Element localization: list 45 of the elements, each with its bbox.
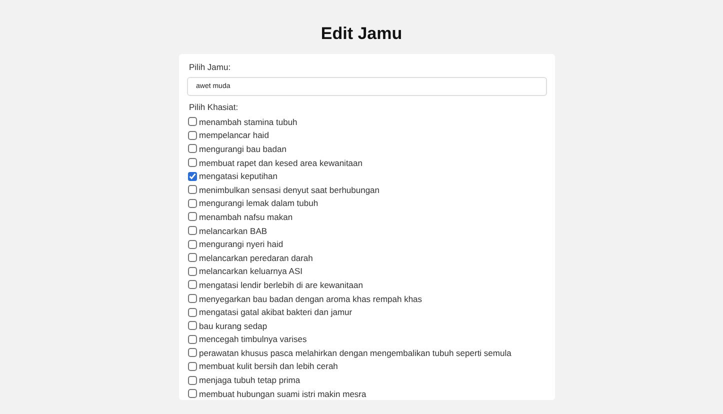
checkbox[interactable] xyxy=(188,117,197,126)
checkbox[interactable] xyxy=(188,334,197,344)
checkbox-label: mengurangi bau badan xyxy=(199,144,286,154)
checkbox[interactable] xyxy=(188,376,197,385)
checkbox-label: mencegah timbulnya varises xyxy=(199,334,307,344)
checkbox-label: menjaga tubuh tetap prima xyxy=(199,375,300,386)
checkbox[interactable] xyxy=(188,144,197,154)
checkbox[interactable] xyxy=(188,212,197,222)
checkbox-label: menambah nafsu makan xyxy=(199,212,293,222)
checkbox-label: melancarkan peredaran darah xyxy=(199,252,313,263)
checkbox-label: membuat rapet dan kesed area kewanitaan xyxy=(199,158,362,168)
checkbox[interactable] xyxy=(188,185,197,194)
checkbox[interactable] xyxy=(188,280,197,290)
page-title: Edit Jamu xyxy=(320,24,402,44)
checkbox-label: melancarkan keluarnya ASI xyxy=(199,266,302,276)
checkbox-label: mengurangi lemak dalam tubuh xyxy=(199,198,318,208)
checkbox[interactable] xyxy=(188,158,197,168)
checkbox-label: melancarkan BAB xyxy=(199,226,268,236)
checkbox-label: mengatasi lendir berlebih di are kewanitaan xyxy=(199,280,363,290)
checkbox[interactable] xyxy=(188,389,197,398)
checkbox-label: mengatasi keputihan xyxy=(199,171,278,182)
field-label: Pilih Khasiat: xyxy=(189,102,238,112)
checkbox[interactable] xyxy=(188,226,197,236)
checkbox-label: mengurangi nyeri haid xyxy=(199,239,284,250)
checkbox-label: menimbulkan sensasi denyut saat berhubungan xyxy=(199,184,380,195)
checkbox[interactable] xyxy=(188,172,197,181)
checkbox-label: perawatan khusus pasca melahirkan dengan mengembalikan tubuh seperti semula xyxy=(199,348,512,358)
checkbox-label: membuat hubungan suami istri makin mesra xyxy=(199,388,366,399)
checkbox[interactable] xyxy=(188,308,197,317)
checkbox[interactable] xyxy=(188,266,197,276)
checkbox-label: membuat kulit bersih dan lebih cerah xyxy=(199,361,338,372)
checkbox[interactable] xyxy=(188,253,197,262)
checkbox[interactable] xyxy=(188,240,197,249)
checkbox-label: mempelancar haid xyxy=(199,130,269,140)
checkbox-label: mengatasi gatal akibat bakteri dan jamur xyxy=(199,307,352,318)
checkbox[interactable] xyxy=(188,362,197,371)
field-label: Pilih Jamu: xyxy=(189,62,231,72)
checkbox[interactable] xyxy=(188,348,197,358)
checkbox[interactable] xyxy=(188,198,197,208)
checkbox[interactable] xyxy=(188,321,197,330)
checkbox-label: menambah stamina tubuh xyxy=(199,116,298,127)
checkbox[interactable] xyxy=(188,294,197,304)
checkbox-label: menyegarkan bau badan dengan aroma khas rempah khas xyxy=(199,294,422,304)
checkbox[interactable] xyxy=(188,130,197,140)
checkbox-label: bau kurang sedap xyxy=(199,320,268,331)
